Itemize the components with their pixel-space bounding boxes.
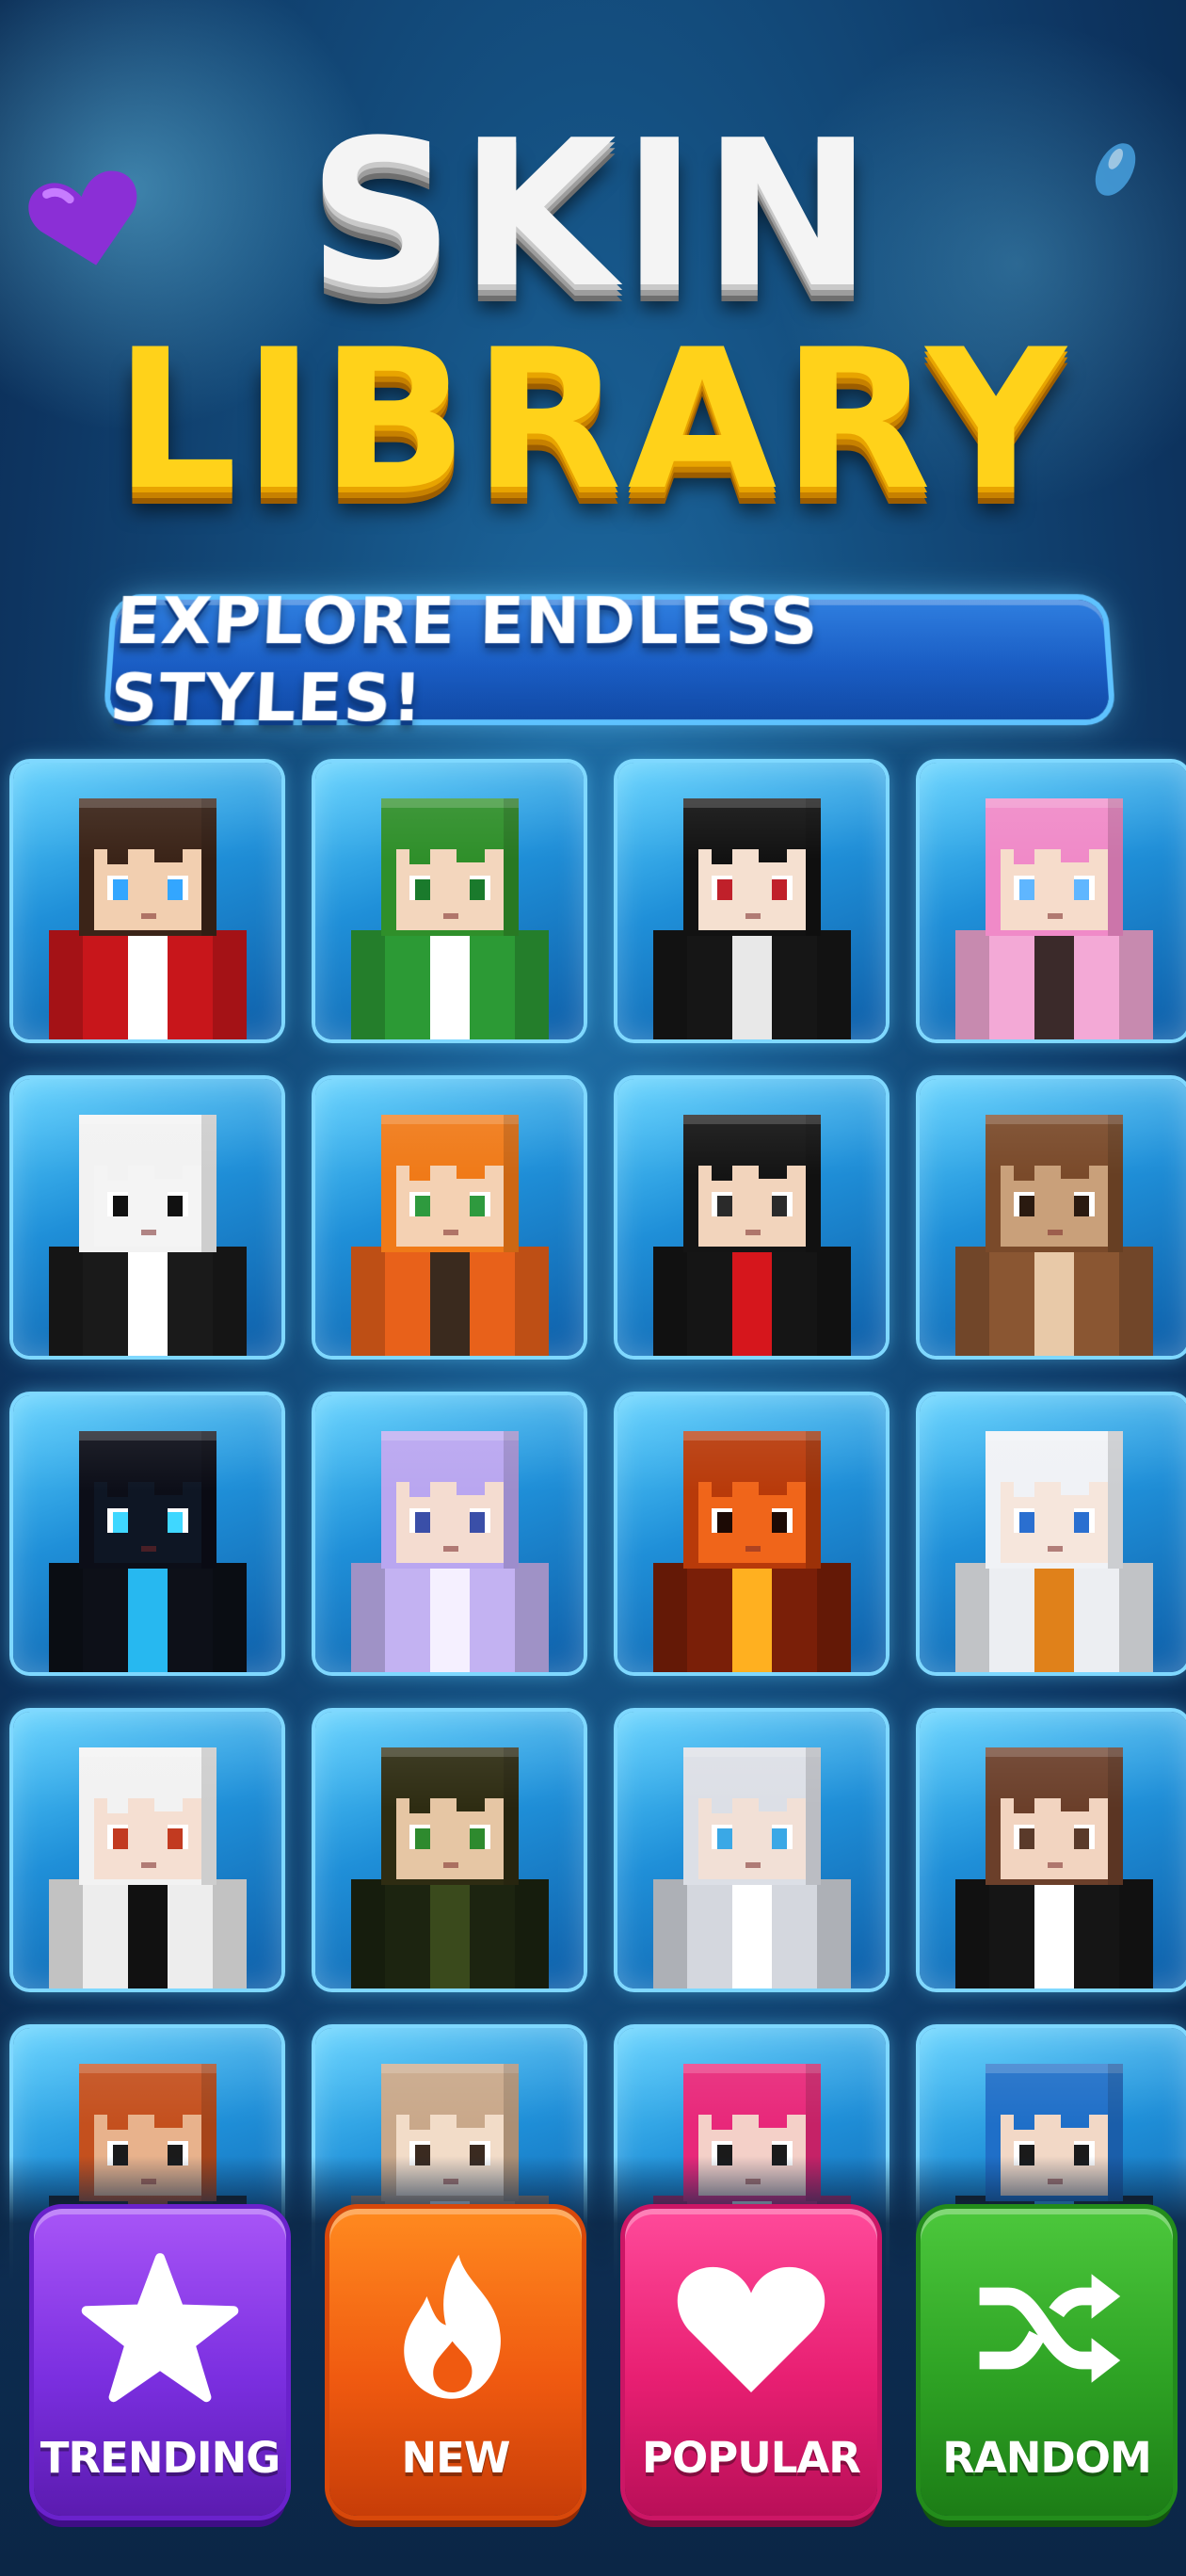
shuffle-icon: [967, 2248, 1127, 2408]
new-button[interactable]: NEW: [329, 2209, 582, 2516]
title-library: LIBRARY: [114, 309, 1072, 533]
popular-button[interactable]: POPULAR: [625, 2209, 877, 2516]
orange-fox-hoodie-skin: [351, 1115, 549, 1356]
category-button-row: TRENDING NEW POPULAR RANDOM: [34, 2209, 1178, 2516]
trending-label: TRENDING: [40, 2433, 280, 2483]
brown-hair-black-top-skin: [955, 1747, 1153, 1988]
skin-tile[interactable]: [315, 1079, 584, 1356]
skin-tile[interactable]: [13, 1395, 281, 1672]
skin-tile[interactable]: [13, 763, 281, 1039]
lavender-hair-girl-skin: [351, 1431, 549, 1672]
skin-tile[interactable]: [315, 1712, 584, 1988]
star-icon: [80, 2248, 240, 2408]
skin-grid: [13, 763, 1186, 2305]
subtitle-banner: EXPLORE ENDLESS STYLES!: [107, 583, 1111, 736]
olive-hoodie-boy-skin: [351, 1747, 549, 1988]
black-suit-red-tie-skin: [653, 1115, 851, 1356]
skin-tile[interactable]: [920, 1395, 1186, 1672]
white-hair-orange-tie-skin: [955, 1431, 1153, 1672]
skin-tile[interactable]: [920, 1079, 1186, 1356]
skin-tile[interactable]: [315, 1395, 584, 1672]
title-block: SKIN LIBRARY: [0, 113, 1186, 518]
fire-icon: [376, 2248, 536, 2408]
trending-button[interactable]: TRENDING: [34, 2209, 286, 2516]
fire-lava-skin: [653, 1431, 851, 1672]
green-frog-hood-girl-skin: [351, 798, 549, 1039]
skin-tile[interactable]: [920, 763, 1186, 1039]
subtitle-text: EXPLORE ENDLESS STYLES!: [107, 583, 820, 737]
black-hair-skeleton-shirt-skin: [653, 798, 851, 1039]
skin-tile[interactable]: [315, 763, 584, 1039]
skin-tile[interactable]: [920, 1712, 1186, 1988]
silver-hair-girl-skin: [653, 1747, 851, 1988]
skin-tile[interactable]: [617, 1079, 886, 1356]
skin-tile[interactable]: [13, 1712, 281, 1988]
skin-tile[interactable]: [617, 1395, 886, 1672]
random-button[interactable]: RANDOM: [921, 2209, 1173, 2516]
red-hoodie-boy-skin: [49, 798, 247, 1039]
dark-glowing-cyan-skin: [49, 1431, 247, 1672]
skin-library-screen: SKIN LIBRARY EXPLORE ENDLESS STYLES! TRE…: [0, 0, 1186, 2576]
white-hair-black-jacket-skin: [49, 1747, 247, 1988]
heart-icon: [671, 2248, 831, 2408]
panda-skin: [49, 1115, 247, 1356]
pink-hair-girl-skin: [955, 798, 1153, 1039]
skin-tile[interactable]: [617, 1712, 886, 1988]
popular-label: POPULAR: [642, 2433, 861, 2483]
skin-tile[interactable]: [13, 1079, 281, 1356]
random-label: RANDOM: [942, 2433, 1152, 2483]
skin-tile[interactable]: [617, 763, 886, 1039]
brown-bear-skin: [955, 1115, 1153, 1356]
new-label: NEW: [401, 2433, 510, 2483]
title-skin: SKIN: [308, 96, 878, 332]
